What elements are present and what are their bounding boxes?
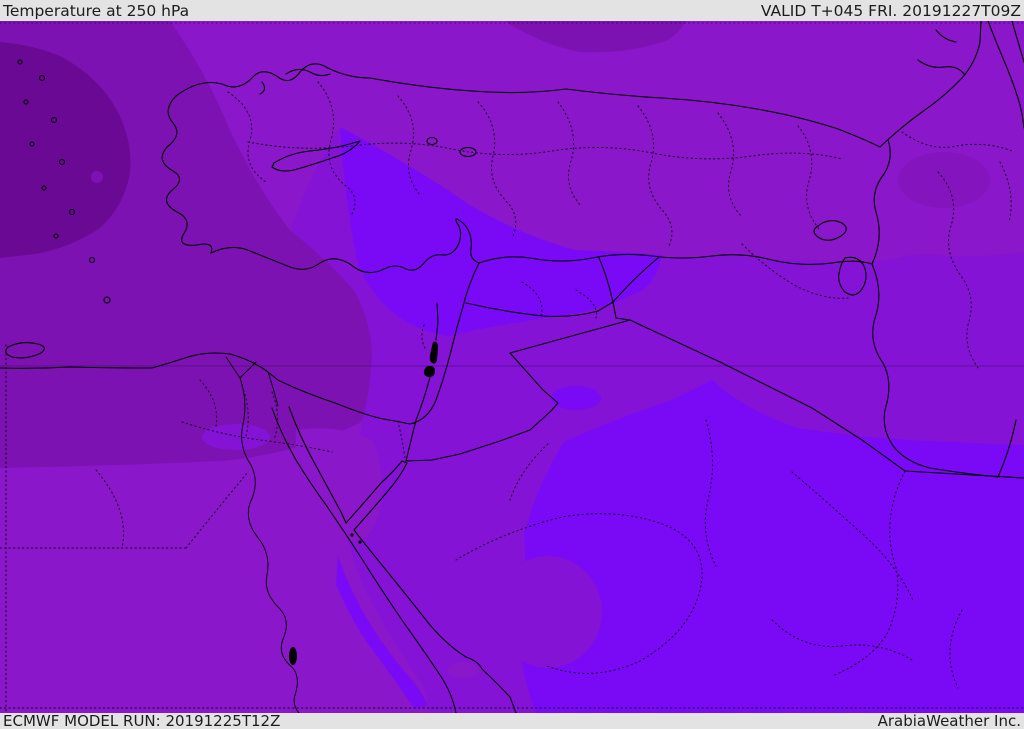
shade-delta-notch (202, 424, 270, 450)
shade-hejaz-blob (494, 556, 602, 668)
tiran-island (350, 533, 354, 537)
shade-jordan-bright-blob (551, 386, 601, 410)
weather-map (0, 21, 1024, 713)
weather-map-app: Temperature at 250 hPa VALID T+045 FRI. … (0, 0, 1024, 729)
provider-credit: ArabiaWeather Inc. (877, 712, 1021, 729)
lake-nasser (289, 647, 297, 665)
red-sea-islet (358, 540, 362, 544)
footer-bar: ECMWF MODEL RUN: 20191225T12Z ArabiaWeat… (0, 713, 1024, 729)
model-run-label: ECMWF MODEL RUN: 20191225T12Z (3, 712, 281, 729)
page-title: Temperature at 250 hPa (3, 2, 190, 20)
shade-corner-dot (91, 171, 103, 183)
valid-time-label: VALID T+045 FRI. 20191227T09Z (760, 2, 1021, 20)
map-area (0, 21, 1024, 713)
shade-dark-spot (447, 662, 479, 678)
header-bar: Temperature at 250 hPa VALID T+045 FRI. … (0, 0, 1024, 21)
